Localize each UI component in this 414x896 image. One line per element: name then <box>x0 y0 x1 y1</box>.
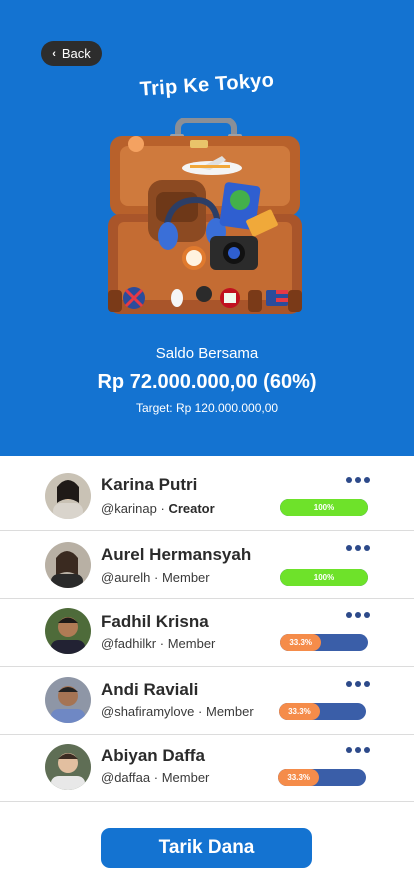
avatar <box>45 542 91 588</box>
member-handle: @aurelh · Member <box>101 570 210 585</box>
suitcase-illustration <box>108 118 302 314</box>
member-name: Aurel Hermansyah <box>101 545 252 564</box>
more-options-icon[interactable] <box>346 475 370 485</box>
more-options-icon[interactable] <box>346 543 370 553</box>
list-item[interactable]: Karina Putri @karinap · Creator 100% <box>0 456 414 531</box>
member-handle: @shafiramylove · Member <box>101 704 254 719</box>
list-item[interactable]: Andi Raviali @shafiramylove · Member 33.… <box>0 667 414 735</box>
avatar <box>45 608 91 654</box>
list-item[interactable]: Aurel Hermansyah @aurelh · Member 100% <box>0 531 414 599</box>
member-name: Andi Raviali <box>101 680 199 699</box>
progress-fill: 100% <box>280 569 368 586</box>
progress-bar: 33.3% <box>278 769 366 786</box>
more-options-icon[interactable] <box>346 679 370 689</box>
member-name: Fadhil Krisna <box>101 612 209 631</box>
progress-bar: 100% <box>280 569 368 586</box>
member-handle: @daffaa · Member <box>101 770 210 785</box>
list-item[interactable]: Fadhil Krisna @fadhilkr · Member 33.3% <box>0 599 414 667</box>
member-name: Abiyan Daffa <box>101 746 205 765</box>
progress-bar: 33.3% <box>280 634 368 651</box>
saldo-value: Rp 72.000.000,00 (60%) <box>97 371 317 393</box>
target-amount: Target: Rp 120.000.000,00 <box>135 401 279 415</box>
avatar <box>45 744 91 790</box>
avatar <box>45 677 91 723</box>
progress-bar: 100% <box>280 499 368 516</box>
hero-section: ‹ Back Trip Ke Tokyo Saldo Bersama Rp 72… <box>0 0 414 456</box>
back-label: Back <box>61 46 91 61</box>
member-handle: @fadhilkr · Member <box>101 636 216 651</box>
list-item[interactable]: Abiyan Daffa @daffaa · Member 33.3% <box>0 735 414 802</box>
withdraw-button[interactable]: Tarik Dana <box>101 828 312 868</box>
more-options-icon[interactable] <box>346 610 370 620</box>
avatar <box>45 473 91 519</box>
back-button[interactable]: ‹ Back <box>41 41 102 66</box>
progress-fill: 33.3% <box>279 703 320 720</box>
more-options-icon[interactable] <box>346 745 370 755</box>
progress-fill: 33.3% <box>280 634 322 651</box>
member-name: Karina Putri <box>101 475 198 494</box>
saldo-label: Saldo Bersama <box>155 345 259 362</box>
progress-bar: 33.3% <box>279 703 366 720</box>
progress-fill: 100% <box>280 499 368 516</box>
progress-fill: 33.3% <box>278 769 320 786</box>
member-handle: @karinap · Creator <box>101 501 215 516</box>
chevron-left-icon: ‹ <box>52 47 56 60</box>
page-title: Trip Ke Tokyo <box>139 69 275 101</box>
